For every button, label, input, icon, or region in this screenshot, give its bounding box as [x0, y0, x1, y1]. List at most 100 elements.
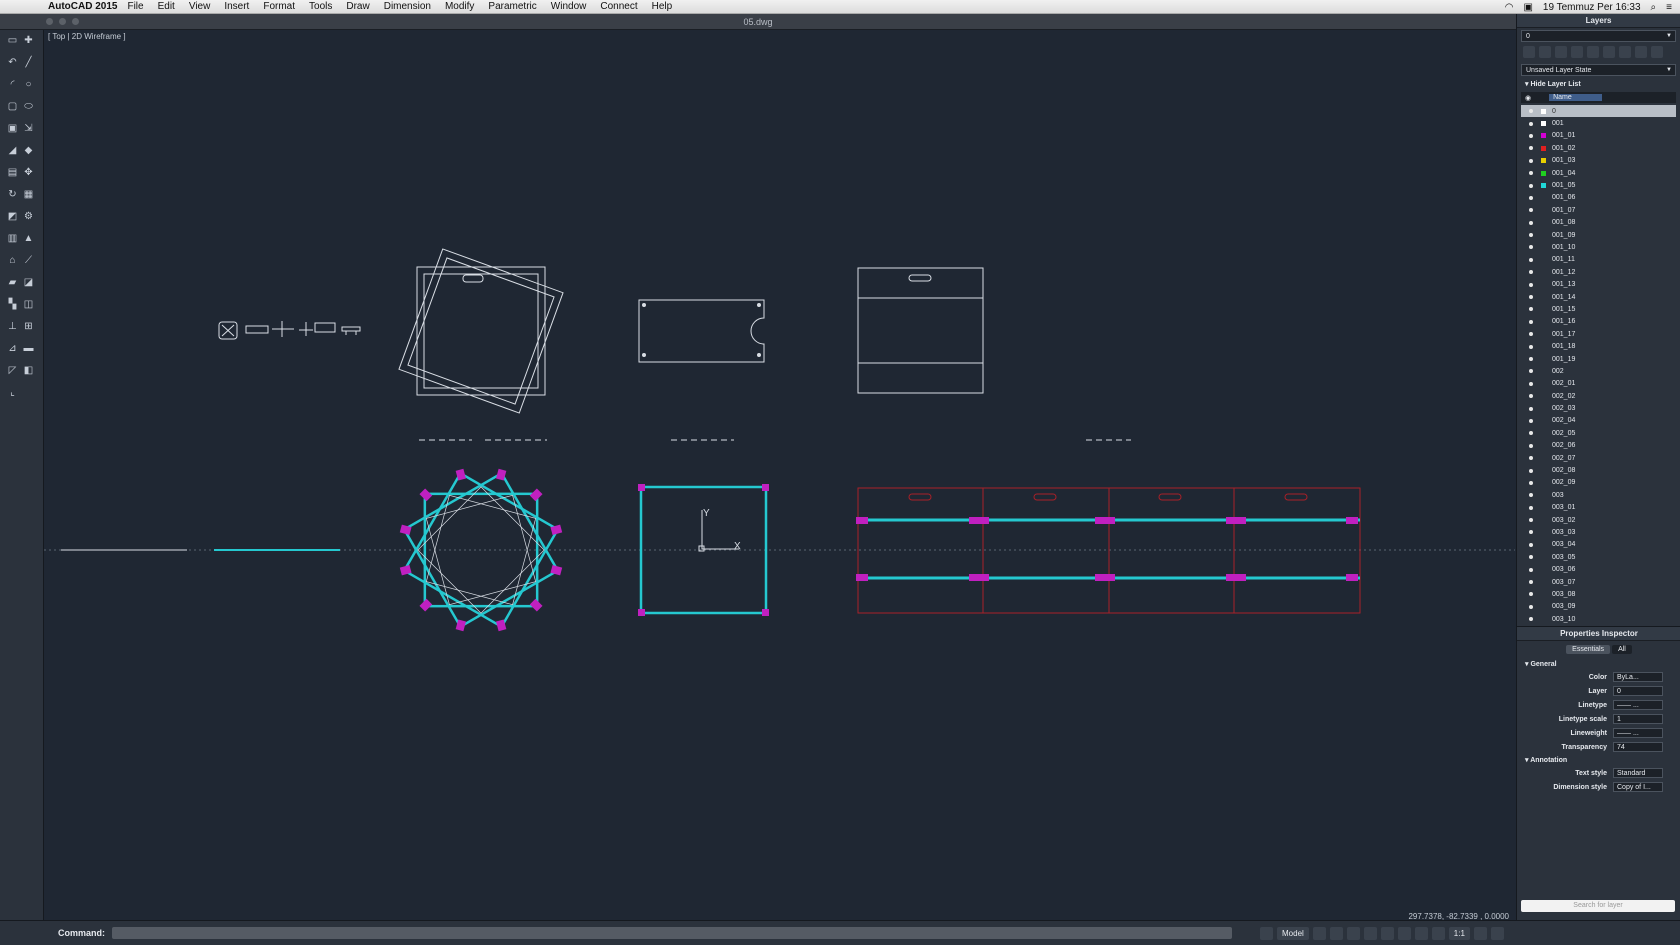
- datetime[interactable]: 19 Temmuz Per 16:33: [1543, 2, 1641, 13]
- tool-13-icon[interactable]: ✥: [22, 166, 35, 179]
- hide-layer-list-toggle[interactable]: ▾ Hide Layer List: [1517, 78, 1680, 90]
- visibility-icon[interactable]: [1529, 195, 1533, 200]
- layer-row[interactable]: 003_07: [1521, 576, 1676, 588]
- layer-color-swatch[interactable]: [1541, 617, 1546, 622]
- layer-row[interactable]: 001_07: [1521, 204, 1676, 216]
- layer-row[interactable]: 001_17: [1521, 328, 1676, 340]
- tool-19-icon[interactable]: ▲: [22, 232, 35, 245]
- delete-layer-icon[interactable]: [1539, 46, 1551, 58]
- layer-row[interactable]: 003_02: [1521, 514, 1676, 526]
- visibility-icon[interactable]: [1529, 369, 1533, 374]
- tool-0-icon[interactable]: ▭: [6, 34, 19, 47]
- layer-color-swatch[interactable]: [1541, 542, 1546, 547]
- tool-5-icon[interactable]: ○: [22, 78, 35, 91]
- layer-iso-icon[interactable]: [1619, 46, 1631, 58]
- layer-row[interactable]: 001_06: [1521, 192, 1676, 204]
- layer-row[interactable]: 002_04: [1521, 415, 1676, 427]
- layer-row[interactable]: 003_09: [1521, 601, 1676, 613]
- visibility-icon[interactable]: [1529, 592, 1533, 597]
- layer-row[interactable]: 002_06: [1521, 440, 1676, 452]
- tool-4-icon[interactable]: ◜: [6, 78, 19, 91]
- tool-28-icon[interactable]: ⊿: [6, 342, 19, 355]
- tool-16-icon[interactable]: ◩: [6, 210, 19, 223]
- polar-icon[interactable]: [1363, 926, 1377, 940]
- layer-color-swatch[interactable]: [1541, 505, 1546, 510]
- visibility-icon[interactable]: [1529, 418, 1533, 423]
- layer-walk-icon[interactable]: [1635, 46, 1647, 58]
- name-column-header[interactable]: Name: [1549, 94, 1602, 101]
- tool-32-icon[interactable]: ⌞: [6, 386, 19, 399]
- visibility-icon[interactable]: [1529, 158, 1533, 163]
- visibility-icon[interactable]: [1529, 381, 1533, 386]
- layer-color-swatch[interactable]: [1541, 158, 1546, 164]
- layer-color-swatch[interactable]: [1541, 357, 1546, 362]
- layer-row[interactable]: 002_02: [1521, 390, 1676, 402]
- visibility-icon[interactable]: [1529, 295, 1533, 300]
- tool-30-icon[interactable]: ◸: [6, 364, 19, 377]
- app-name[interactable]: AutoCAD 2015: [48, 1, 117, 12]
- tool-1-icon[interactable]: ✚: [22, 34, 35, 47]
- lineweight-icon[interactable]: [1397, 926, 1411, 940]
- layer-color-swatch[interactable]: [1541, 233, 1546, 238]
- layer-row[interactable]: 002_01: [1521, 378, 1676, 390]
- layer-row[interactable]: 001_05: [1521, 179, 1676, 191]
- tool-8-icon[interactable]: ▣: [6, 122, 19, 135]
- model-button[interactable]: Model: [1277, 926, 1309, 940]
- menu-window[interactable]: Window: [551, 1, 587, 12]
- visibility-icon[interactable]: [1529, 580, 1533, 585]
- layer-search-input[interactable]: Search for layer: [1521, 900, 1675, 912]
- tool-24-icon[interactable]: ▚: [6, 298, 19, 311]
- annotation-section[interactable]: ▾ Annotation: [1517, 754, 1680, 766]
- layer-color-swatch[interactable]: [1541, 431, 1546, 436]
- eye-icon[interactable]: ◉: [1525, 94, 1531, 102]
- menu-parametric[interactable]: Parametric: [488, 1, 536, 12]
- layer-row[interactable]: 002_08: [1521, 464, 1676, 476]
- layer-color-swatch[interactable]: [1541, 592, 1546, 597]
- visibility-icon[interactable]: [1529, 480, 1533, 485]
- tool-7-icon[interactable]: ⬭: [22, 100, 35, 113]
- visibility-icon[interactable]: [1529, 270, 1533, 275]
- visibility-icon[interactable]: [1529, 604, 1533, 609]
- layer-row[interactable]: 001_19: [1521, 353, 1676, 365]
- layer-state-select[interactable]: Unsaved Layer State ▼: [1521, 64, 1676, 76]
- layout-icon[interactable]: [1260, 926, 1273, 940]
- prop-value[interactable]: 74: [1613, 742, 1663, 752]
- tool-22-icon[interactable]: ▰: [6, 276, 19, 289]
- visibility-icon[interactable]: [1529, 456, 1533, 461]
- layer-color-swatch[interactable]: [1541, 195, 1546, 200]
- layer-lock-icon[interactable]: [1587, 46, 1599, 58]
- layer-row[interactable]: 001_03: [1521, 155, 1676, 167]
- tab-essentials[interactable]: Essentials: [1566, 645, 1611, 654]
- prop-value[interactable]: 0: [1613, 686, 1663, 696]
- visibility-icon[interactable]: [1529, 220, 1533, 225]
- layer-color-swatch[interactable]: [1541, 220, 1546, 225]
- prop-value[interactable]: Standard: [1613, 768, 1663, 778]
- tool-17-icon[interactable]: ⚙: [22, 210, 35, 223]
- visibility-icon[interactable]: [1529, 109, 1533, 114]
- layer-row[interactable]: 001_08: [1521, 217, 1676, 229]
- prop-value[interactable]: ByLa...: [1613, 672, 1663, 682]
- layer-row[interactable]: 001_13: [1521, 278, 1676, 290]
- layer-color-swatch[interactable]: [1541, 418, 1546, 423]
- layer-merge-icon[interactable]: [1651, 46, 1663, 58]
- tool-26-icon[interactable]: ⊥: [6, 320, 19, 333]
- visibility-icon[interactable]: [1529, 183, 1533, 188]
- layer-row[interactable]: 001_14: [1521, 291, 1676, 303]
- layer-row[interactable]: 002_09: [1521, 477, 1676, 489]
- command-input[interactable]: [112, 927, 1232, 939]
- layer-row[interactable]: 001_02: [1521, 142, 1676, 154]
- layer-color-swatch[interactable]: [1541, 170, 1546, 176]
- layer-color-swatch[interactable]: [1541, 555, 1546, 560]
- visibility-icon[interactable]: [1529, 171, 1533, 176]
- new-layer-icon[interactable]: [1523, 46, 1535, 58]
- layer-row[interactable]: 003_04: [1521, 539, 1676, 551]
- visibility-icon[interactable]: [1529, 344, 1533, 349]
- layer-row[interactable]: 001_10: [1521, 241, 1676, 253]
- tool-21-icon[interactable]: ⟋: [22, 254, 35, 267]
- visibility-icon[interactable]: [1529, 319, 1533, 324]
- layer-color-swatch[interactable]: [1541, 369, 1546, 374]
- layer-freeze-icon[interactable]: [1571, 46, 1583, 58]
- layer-color-swatch[interactable]: [1541, 108, 1546, 114]
- visibility-icon[interactable]: [1529, 493, 1533, 498]
- visibility-icon[interactable]: [1529, 245, 1533, 250]
